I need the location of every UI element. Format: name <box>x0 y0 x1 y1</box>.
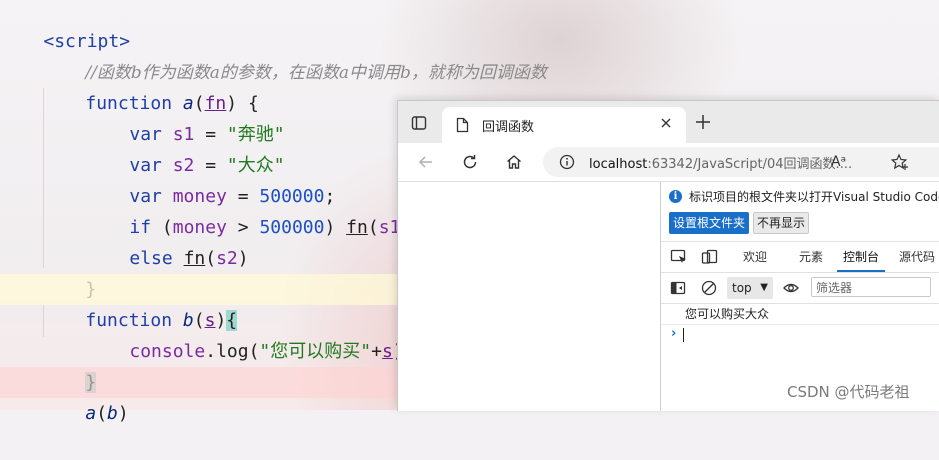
address-bar: localhost:63342/JavaScript/04回调函数.... Aᵃ <box>398 143 939 182</box>
code-line-2: //函数b作为函数a的参数，在函数a中调用b，就称为回调函数 <box>42 26 547 83</box>
back-icon[interactable] <box>416 152 436 172</box>
devtools-panel: i 标识项目的根文件夹以打开Visual Studio Code中 设置根文件夹… <box>660 182 939 411</box>
dont-show-again-button[interactable]: 不再显示 <box>753 212 810 234</box>
tab-bar: 回调函数 <box>398 101 939 143</box>
tab-welcome[interactable]: 欢迎 <box>743 242 767 272</box>
function-call: fn <box>346 217 368 238</box>
tab-sources[interactable]: 源代码 <box>899 242 935 272</box>
inspect-icon[interactable] <box>670 249 688 265</box>
code-line-1: <script> <box>0 0 130 52</box>
close-icon[interactable] <box>660 117 674 131</box>
console-output-text: 您可以购买大众 <box>685 307 770 321</box>
code-line-8: else fn(s2) <box>129 248 249 269</box>
number-literal: 500000 <box>259 217 325 238</box>
devtools-tabs: 欢迎 元素 控制台 源代码 <box>661 241 939 273</box>
tab-actions-icon[interactable] <box>408 112 430 134</box>
new-tab-icon[interactable] <box>694 113 712 131</box>
page-content <box>398 182 660 411</box>
clear-console-icon[interactable] <box>701 280 717 296</box>
console-toolbar: top ▼ 筛选器 <box>661 273 939 304</box>
url-field[interactable]: localhost:63342/JavaScript/04回调函数.... Aᵃ <box>543 147 939 177</box>
param: s <box>381 341 393 362</box>
set-root-folder-button[interactable]: 设置根文件夹 <box>669 212 750 234</box>
notice-line: i 标识项目的根文件夹以打开Visual Studio Code中 <box>669 188 939 205</box>
device-emulation-icon[interactable] <box>701 249 719 265</box>
variable: b <box>107 403 118 424</box>
tab-elements[interactable]: 元素 <box>799 242 823 272</box>
code-line-7: if (money > 500000) fn(s1) <box>129 217 411 238</box>
read-aloud-icon[interactable]: Aᵃ <box>831 154 846 170</box>
favorite-icon[interactable] <box>891 153 909 171</box>
devtools-notice: i 标识项目的根文件夹以打开Visual Studio Code中 设置根文件夹… <box>661 182 939 238</box>
code-line-5: var s2 = "大众" <box>129 155 285 176</box>
function-name: a <box>85 403 97 424</box>
info-icon: i <box>669 190 682 203</box>
method-name: log <box>216 341 249 362</box>
refresh-icon[interactable] <box>460 152 480 172</box>
watermark: CSDN @代码老祖 <box>787 383 910 401</box>
page-icon <box>456 117 470 133</box>
console-object: console <box>129 341 206 362</box>
url-path: :63342/JavaScript/04回调函数.... <box>647 156 853 172</box>
home-icon[interactable] <box>504 152 524 172</box>
variable: s2 <box>216 248 238 269</box>
site-info-icon[interactable] <box>559 154 575 170</box>
sidebar-toggle-icon[interactable] <box>670 280 686 296</box>
chevron-down-icon: ▼ <box>760 282 768 293</box>
eye-icon[interactable] <box>783 280 799 296</box>
url-host: localhost <box>589 156 648 172</box>
code-line-6: var money = 500000; <box>129 186 336 207</box>
context-select[interactable]: top ▼ <box>727 277 773 299</box>
notice-text: 标识项目的根文件夹以打开Visual Studio Code中 <box>689 190 939 204</box>
code-line-4: var s1 = "奔驰" <box>129 124 285 145</box>
string-literal: "您可以购买" <box>259 341 372 362</box>
context-label: top <box>732 281 752 295</box>
tab-title: 回调函数 <box>482 119 535 135</box>
filter-input[interactable]: 筛选器 <box>811 277 931 297</box>
console-prompt-icon: › <box>671 326 677 341</box>
keyword: else <box>129 248 173 269</box>
code-line-12: } <box>42 336 97 393</box>
function-call: fn <box>183 248 206 269</box>
url-text: localhost:63342/JavaScript/04回调函数.... <box>589 153 852 172</box>
code-line-3: function a(fn) { <box>85 93 259 114</box>
code-line-9: } <box>42 243 96 300</box>
browser-window: 回调函数 localhost:63342/JavaScript/04回调函数..… <box>397 100 939 411</box>
browser-tab[interactable]: 回调函数 <box>442 107 686 143</box>
tab-console[interactable]: 控制台 <box>837 242 886 272</box>
console-message: 您可以购买大众 <box>661 304 939 325</box>
console-input[interactable] <box>683 328 684 342</box>
code-line-11: console.log("您可以购买"+s) <box>129 341 403 362</box>
